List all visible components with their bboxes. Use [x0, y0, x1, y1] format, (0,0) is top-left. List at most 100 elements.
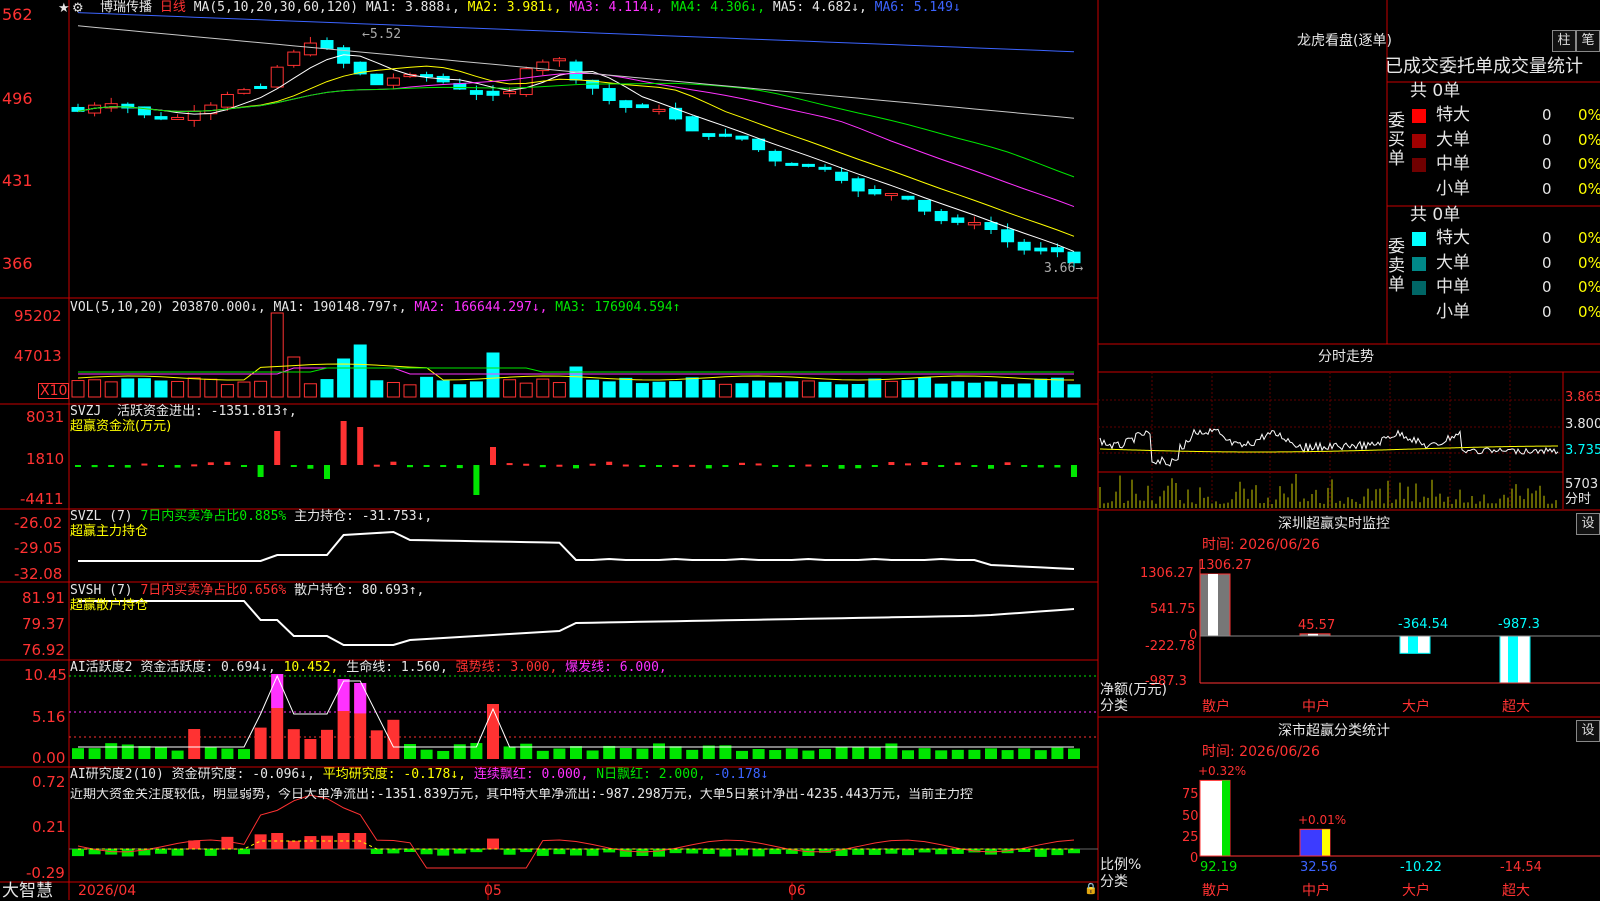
ma6-value: MA6: 5.149↓	[874, 0, 961, 15]
svzj-bar	[606, 461, 613, 465]
sz-monitor-settings-button[interactable]: 设	[1576, 513, 1600, 535]
ai1-bar	[238, 749, 250, 759]
svzj-bar	[622, 464, 629, 467]
ai1-bar-top	[271, 674, 284, 708]
ai2-bar	[1034, 849, 1047, 857]
svzj-y-label: -4411	[20, 490, 64, 508]
volume-bar	[88, 379, 102, 398]
tick-mode-button[interactable]: 笔	[1576, 30, 1600, 52]
svzj-bar	[921, 462, 928, 465]
volume-bar	[635, 383, 649, 398]
ai2-bar	[437, 849, 450, 856]
sz-bar-highlight	[1208, 574, 1218, 636]
svzj-bar	[672, 464, 679, 467]
candle-body	[934, 211, 948, 222]
ai1-bar	[404, 744, 416, 759]
star-icon[interactable]: ★	[58, 2, 70, 16]
svzj-bar	[971, 465, 978, 467]
svzj-bar	[988, 465, 994, 469]
svsh-y-label: 79.37	[22, 615, 65, 633]
row-pct: 0%	[1578, 278, 1600, 296]
ai1-bar	[968, 749, 981, 759]
volume-bar	[469, 381, 483, 398]
volume-bar	[303, 383, 317, 398]
ai1-bar	[453, 744, 466, 759]
svzj-bar	[539, 465, 546, 468]
ai2-bar	[586, 849, 599, 856]
ai2-bar	[702, 849, 715, 854]
svzj-bar	[158, 465, 164, 467]
ai1-bar	[105, 743, 118, 759]
volume-bar	[602, 381, 616, 398]
candle-body	[270, 66, 284, 88]
svzl-line	[78, 530, 1075, 570]
date-label: 2026/04	[78, 883, 137, 899]
fenshi-y-label: 3.735	[1565, 443, 1600, 458]
row-pct: 0%	[1578, 179, 1600, 198]
stock-name[interactable]: 博瑞传播	[100, 0, 152, 15]
ai2-bar	[370, 849, 383, 854]
ai1-bar	[304, 738, 317, 759]
svzj-bar	[357, 427, 364, 465]
candle-body	[1001, 229, 1015, 243]
candle-body	[569, 61, 583, 81]
candle-body	[1050, 247, 1064, 253]
ma6-line	[77, 12, 1075, 53]
period-label[interactable]: 日线	[160, 0, 186, 15]
ma5-value: MA5: 4.682↓,	[772, 0, 867, 15]
svzj-bar	[506, 463, 513, 466]
volume-bar	[685, 377, 699, 398]
ai1-bar	[1068, 748, 1080, 759]
price-y-label: 496	[2, 89, 33, 108]
candle-body	[868, 188, 882, 195]
ai1-bar	[370, 730, 383, 759]
ai2-bar	[387, 849, 400, 854]
fenshi-chart[interactable]	[1099, 427, 1559, 508]
row-name: 特大	[1436, 105, 1470, 125]
row-count: 0	[1542, 278, 1552, 296]
ma-lines	[77, 12, 1075, 252]
candle-body	[237, 89, 251, 94]
row-pct: 0%	[1578, 130, 1600, 149]
candle-body	[818, 166, 832, 170]
svzj-bar	[523, 463, 530, 466]
row-name: 中单	[1436, 154, 1470, 174]
bar-mode-button[interactable]: 柱	[1552, 30, 1576, 52]
candle-body	[1034, 247, 1048, 252]
ai1-bar	[204, 747, 217, 759]
ai1-bar	[503, 746, 516, 759]
price-y-label: 562	[2, 5, 33, 24]
svzj-y-label: 8031	[26, 408, 65, 426]
ai1-bar	[536, 750, 549, 759]
svzj-bar	[805, 464, 812, 467]
volume-bar	[536, 378, 550, 398]
ai1-bar	[221, 748, 234, 759]
vol-y-label: 95202	[14, 307, 62, 325]
volume-bar	[220, 384, 234, 398]
volume-bar	[669, 381, 683, 398]
candle-body	[835, 171, 849, 181]
candle-body	[735, 135, 749, 140]
svzj-bar	[739, 462, 745, 465]
row-count: 0	[1542, 155, 1552, 173]
ai1-bar	[254, 727, 267, 759]
ai2-bar	[802, 849, 815, 856]
cls-value-label: -10.22	[1400, 860, 1442, 875]
svzj-bar	[556, 464, 563, 467]
svzj-bar	[340, 421, 347, 465]
vol-unit-badge: X10	[38, 383, 70, 399]
sz-value-label: 1306.27	[1198, 558, 1252, 573]
lock-icon[interactable]: 🔒	[1084, 882, 1098, 896]
volume-bars[interactable]	[71, 312, 1081, 398]
svzj-bar	[838, 465, 845, 469]
ai2-y-label: 0.72	[32, 773, 66, 791]
ai2-title: AI研究度2(10) 资金研究度: -0.096↓, 平均研究度: -0.178…	[70, 767, 769, 782]
sz-y-label: 1306.27	[1140, 566, 1194, 581]
ai2-bar	[553, 849, 566, 855]
gear-icon[interactable]: ⚙	[72, 2, 84, 16]
ai1-bar	[1018, 748, 1031, 759]
ai2-bar	[204, 849, 217, 856]
volume-bar	[353, 344, 367, 398]
svzj-bar	[589, 463, 596, 466]
sz-class-settings-button[interactable]: 设	[1576, 720, 1600, 742]
